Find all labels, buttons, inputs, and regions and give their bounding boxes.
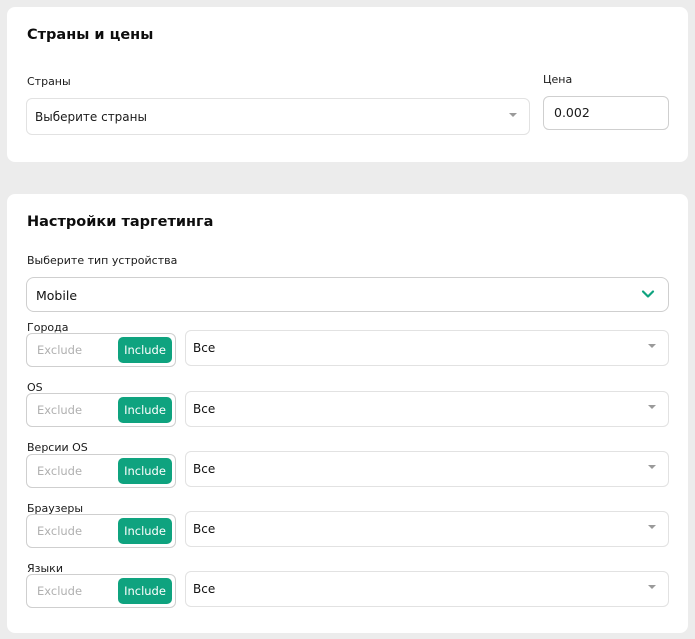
languages-include-exclude-toggle: Exclude Include bbox=[26, 574, 176, 608]
os-versions-label: Версии OS bbox=[27, 441, 88, 454]
languages-exclude-option[interactable]: Exclude bbox=[37, 584, 82, 598]
countries-label: Страны bbox=[27, 75, 71, 88]
countries-select-value: Выберите страны bbox=[35, 110, 147, 124]
device-type-value: Mobile bbox=[36, 288, 78, 303]
cities-include-exclude-toggle: Exclude Include bbox=[26, 333, 176, 367]
caret-down-icon bbox=[648, 585, 656, 589]
targeting-card-title: Настройки таргетинга bbox=[27, 214, 214, 230]
cities-exclude-option[interactable]: Exclude bbox=[37, 343, 82, 357]
os-versions-include-option[interactable]: Include bbox=[118, 458, 172, 484]
os-select-value: Все bbox=[193, 402, 216, 416]
os-select[interactable]: Все bbox=[185, 391, 669, 427]
price-input[interactable]: 0.002 bbox=[543, 96, 669, 130]
targeting-card: Настройки таргетинга Выберите тип устрой… bbox=[7, 194, 688, 633]
cities-select[interactable]: Все bbox=[185, 330, 669, 366]
os-versions-select[interactable]: Все bbox=[185, 451, 669, 487]
os-exclude-option[interactable]: Exclude bbox=[37, 403, 82, 417]
caret-down-icon bbox=[648, 525, 656, 529]
os-versions-exclude-option[interactable]: Exclude bbox=[37, 464, 82, 478]
countries-select[interactable]: Выберите страны bbox=[26, 98, 530, 135]
browsers-select[interactable]: Все bbox=[185, 511, 669, 547]
device-type-select[interactable]: Mobile bbox=[26, 277, 669, 312]
price-label: Цена bbox=[543, 73, 573, 86]
browsers-select-value: Все bbox=[193, 522, 216, 536]
browsers-include-exclude-toggle: Exclude Include bbox=[26, 514, 176, 548]
caret-down-icon bbox=[648, 405, 656, 409]
cities-select-value: Все bbox=[193, 341, 216, 355]
chevron-down-icon bbox=[641, 290, 655, 298]
countries-card-title: Страны и цены bbox=[27, 27, 154, 43]
browsers-include-option[interactable]: Include bbox=[118, 518, 172, 544]
device-type-label: Выберите тип устройства bbox=[27, 254, 178, 267]
caret-down-icon bbox=[648, 344, 656, 348]
caret-down-icon bbox=[509, 113, 517, 117]
languages-select-value: Все bbox=[193, 582, 216, 596]
os-include-option[interactable]: Include bbox=[118, 397, 172, 423]
browsers-exclude-option[interactable]: Exclude bbox=[37, 524, 82, 538]
price-input-value: 0.002 bbox=[554, 105, 590, 120]
os-versions-select-value: Все bbox=[193, 462, 216, 476]
os-versions-include-exclude-toggle: Exclude Include bbox=[26, 454, 176, 488]
caret-down-icon bbox=[648, 465, 656, 469]
countries-card: Страны и цены Страны Выберите страны Цен… bbox=[7, 7, 688, 162]
cities-include-option[interactable]: Include bbox=[118, 337, 172, 363]
languages-select[interactable]: Все bbox=[185, 571, 669, 607]
os-include-exclude-toggle: Exclude Include bbox=[26, 393, 176, 427]
languages-include-option[interactable]: Include bbox=[118, 578, 172, 604]
